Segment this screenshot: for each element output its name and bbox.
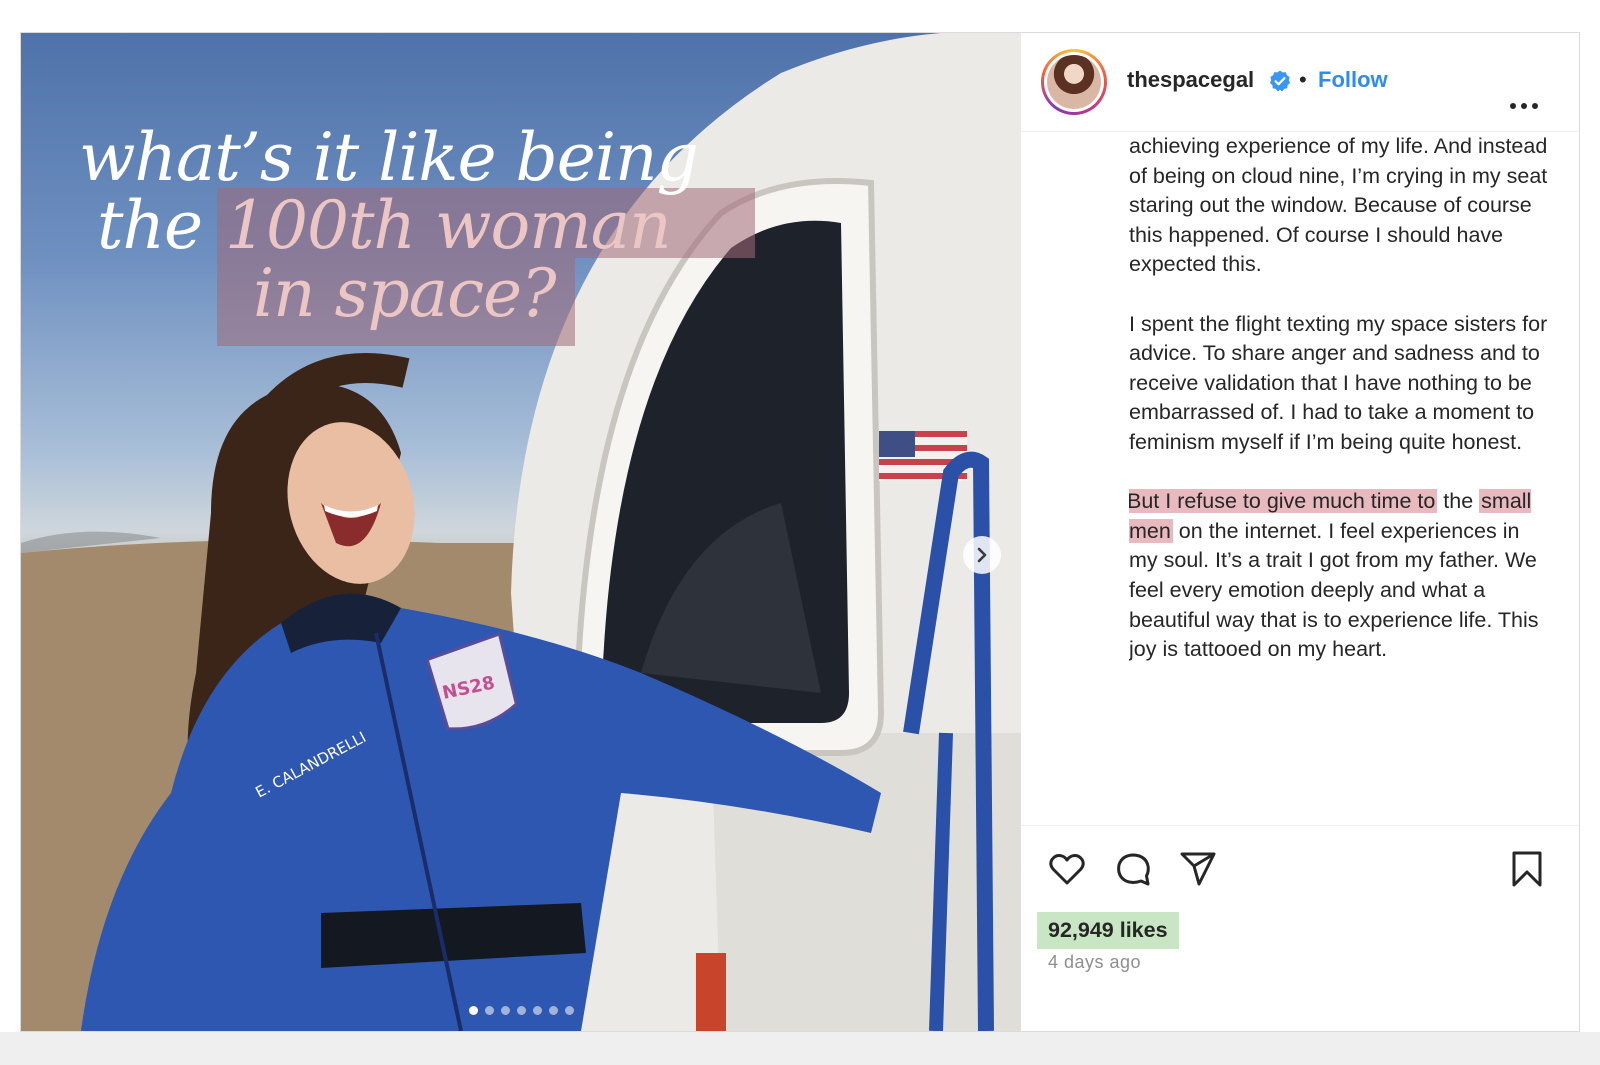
post-media[interactable]: NS28 E. CALANDRELLI what’s it like being… [21, 33, 1021, 1031]
more-options-icon[interactable] [1509, 101, 1539, 111]
caption-paragraph-1: achieving experience of my life. And ins… [1129, 134, 1548, 277]
headline-line-2-plain: the [97, 187, 203, 264]
carousel-dot[interactable] [500, 1006, 510, 1015]
header-separator: • [1299, 67, 1307, 92]
bookmark-icon[interactable] [1507, 849, 1547, 889]
headline-line-2-highlight: 100th woman [225, 187, 672, 264]
avatar-frame [1044, 52, 1104, 112]
carousel-dot[interactable] [532, 1006, 542, 1015]
page-footer-strip [0, 1032, 1600, 1065]
verified-badge-icon [1270, 70, 1290, 92]
headline-line-3-highlight: in space? [253, 255, 556, 332]
carousel-dot[interactable] [516, 1006, 526, 1015]
headline-overlay: what’s it like being the 100th woman in … [21, 33, 1021, 393]
comment-icon[interactable] [1113, 849, 1153, 889]
avatar [1047, 55, 1101, 109]
carousel-next-button[interactable] [963, 536, 1001, 574]
post-timestamp[interactable]: 4 days ago [1048, 952, 1141, 973]
carousel-dot[interactable] [468, 1006, 478, 1015]
carousel-dot[interactable] [564, 1006, 574, 1015]
like-count[interactable]: 92,949 likes [1037, 912, 1179, 949]
carousel-indicator [21, 1006, 1021, 1020]
post-side-panel: thespacegal • Follow achieving experienc… [1021, 33, 1579, 1031]
post-actions: 92,949 likes 4 days ago [1021, 825, 1579, 1031]
headline-line-1: what’s it like being [79, 119, 699, 196]
caption-highlight-1: But I refuse to give much time to [1129, 489, 1438, 514]
carousel-dot[interactable] [484, 1006, 494, 1015]
post-caption: achieving experience of my life. And ins… [1129, 132, 1549, 826]
username-link[interactable]: thespacegal [1127, 67, 1254, 93]
share-icon[interactable] [1178, 849, 1218, 889]
caption-text-1: the [1437, 489, 1480, 514]
caption-paragraph-3: But I refuse to give much time to the sm… [1129, 487, 1549, 665]
caption-text-2: on the internet. I feel experiences in m… [1129, 518, 1539, 662]
post-header: thespacegal • Follow [1021, 33, 1579, 132]
stair-rail-post [929, 732, 953, 1031]
carousel-dot[interactable] [548, 1006, 558, 1015]
chevron-right-icon [977, 547, 987, 563]
heart-icon[interactable] [1047, 849, 1087, 889]
follow-button[interactable]: Follow [1318, 67, 1388, 93]
caption-paragraph-2: I spent the flight texting my space sist… [1129, 311, 1548, 454]
instagram-post: NS28 E. CALANDRELLI what’s it like being… [20, 32, 1580, 1032]
story-ring[interactable] [1041, 49, 1107, 115]
